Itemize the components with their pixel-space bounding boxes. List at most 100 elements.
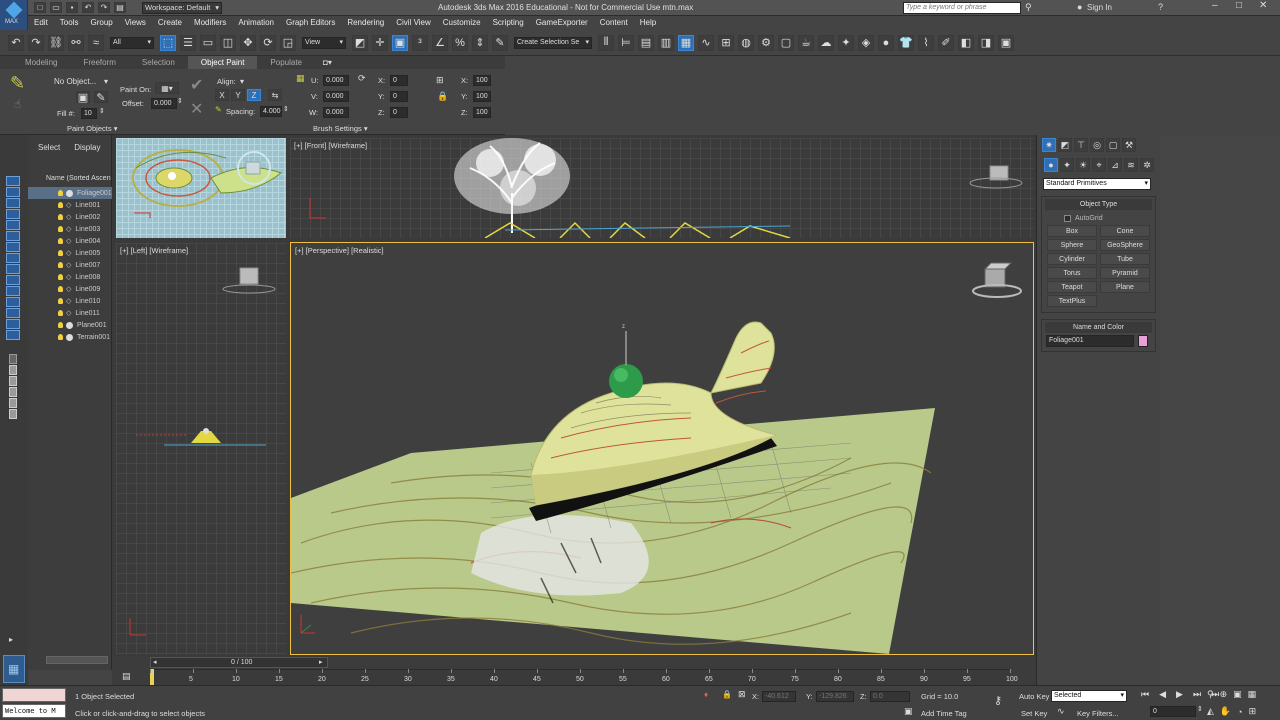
brush-settings-group-label[interactable]: Brush Settings ▾ xyxy=(313,124,368,133)
toggle-ribbon-icon[interactable]: ▦ xyxy=(678,34,694,51)
select-object-icon[interactable]: ⬚ xyxy=(160,34,176,51)
key-filters-button[interactable]: Key Filters... xyxy=(1077,709,1119,718)
maximize-viewport-icon[interactable]: ⊞ xyxy=(1249,706,1257,717)
menu-edit[interactable]: Edit xyxy=(28,16,54,30)
zoom-icon[interactable]: ⚲ xyxy=(1207,689,1214,700)
name-and-color-header[interactable]: Name and Color xyxy=(1045,322,1152,333)
previous-frame-icon[interactable]: ◀ xyxy=(1159,689,1166,700)
list-item[interactable]: ◇ Line005 xyxy=(28,247,112,259)
time-slider[interactable]: ◂ 0 / 100 ▸ xyxy=(150,657,328,668)
pyramid-button[interactable]: Pyramid xyxy=(1100,267,1150,279)
visibility-icon[interactable] xyxy=(66,321,73,329)
filter-spacewarps-icon[interactable] xyxy=(6,231,20,241)
set-key-button[interactable]: Set Key xyxy=(1021,709,1047,718)
menu-content[interactable]: Content xyxy=(594,16,634,30)
tube-button[interactable]: Tube xyxy=(1100,253,1150,265)
light-bulb-icon[interactable] xyxy=(58,310,63,316)
explorer-collapse-icon[interactable]: ▸ xyxy=(9,635,13,644)
mirror-icon[interactable]: ⫴ xyxy=(598,34,614,51)
filter-invert-icon[interactable] xyxy=(6,330,20,340)
list-item[interactable]: ◇ Line011 xyxy=(28,307,112,319)
link-icon[interactable]: ⛓ xyxy=(48,34,64,51)
maximize-button[interactable]: □ xyxy=(1236,0,1242,11)
list-item[interactable]: ◇ Line008 xyxy=(28,271,112,283)
select-by-name-icon[interactable]: ☰ xyxy=(180,34,196,51)
zoom-extents-icon[interactable]: ▣ xyxy=(1233,689,1242,700)
filter-geometry-icon[interactable] xyxy=(6,176,20,186)
rectangular-selection-icon[interactable]: ▭ xyxy=(200,34,216,51)
select-move-icon[interactable]: ✥ xyxy=(240,34,256,51)
viewport-left[interactable]: [+] [Left] [Wireframe] xyxy=(116,243,286,655)
render-production-icon[interactable]: ☕ xyxy=(798,34,814,51)
list-item[interactable]: ◇ Line007 xyxy=(28,259,112,271)
spinner-icon[interactable]: ⇕ xyxy=(283,105,289,113)
render-preview-icon[interactable]: ▣ xyxy=(998,34,1014,51)
menu-customize[interactable]: Customize xyxy=(437,16,487,30)
viewport-front-label[interactable]: [+] [Front] [Wireframe] xyxy=(294,141,367,150)
angle-snap-icon[interactable]: ∠ xyxy=(432,34,448,51)
cone-button[interactable]: Cone xyxy=(1100,225,1150,237)
align-icon[interactable]: ⊨ xyxy=(618,34,634,51)
edit-list-icon[interactable]: ▣ xyxy=(76,91,90,104)
play-icon[interactable]: ▶ xyxy=(1176,689,1183,700)
paint-brush-icon[interactable]: ✎ xyxy=(10,73,25,94)
filter-shapes-icon[interactable] xyxy=(6,187,20,197)
current-frame-field[interactable]: 0 xyxy=(1150,706,1196,717)
selection-lock-icon[interactable]: 🔒 xyxy=(722,690,732,699)
torus-button[interactable]: Torus xyxy=(1047,267,1097,279)
manipulate-icon[interactable]: ✛ xyxy=(372,34,388,51)
light-bulb-icon[interactable] xyxy=(58,250,63,256)
motion-tab-icon[interactable]: ◎ xyxy=(1090,138,1104,152)
save-file-icon[interactable]: ▪ xyxy=(66,2,78,13)
rotate-x-field[interactable]: 0 xyxy=(390,75,408,86)
settings-icon[interactable] xyxy=(9,376,17,386)
new-file-icon[interactable]: □ xyxy=(34,2,46,13)
project-folder-icon[interactable]: ▤ xyxy=(114,2,126,13)
light-bulb-icon[interactable] xyxy=(58,214,63,220)
visibility-icon[interactable] xyxy=(66,189,73,197)
spinner-icon[interactable]: ⇕ xyxy=(99,107,105,115)
close-button[interactable]: ✕ xyxy=(1259,0,1267,11)
pan-icon[interactable]: ✋ xyxy=(1220,706,1231,717)
undo-icon[interactable]: ↶ xyxy=(82,2,94,13)
align-z-button[interactable]: Z xyxy=(247,89,261,101)
menu-gameexporter[interactable]: GameExporter xyxy=(530,16,594,30)
pivot-center-icon[interactable]: ◩ xyxy=(352,34,368,51)
scale-icon[interactable]: ⊞ xyxy=(436,75,444,86)
sort-icon[interactable] xyxy=(9,365,17,375)
v-field[interactable]: 0.000 xyxy=(323,91,349,102)
rotate-y-field[interactable]: 0 xyxy=(390,91,408,102)
tab-object-paint[interactable]: Object Paint xyxy=(187,56,258,69)
key-mode-dropdown[interactable]: Selected ▾ xyxy=(1051,690,1127,702)
percent-snap-icon[interactable]: % xyxy=(452,34,468,51)
light-bulb-icon[interactable] xyxy=(58,238,63,244)
list-item[interactable]: Terrain001 xyxy=(28,331,112,343)
add-time-tag-icon[interactable]: ▣ xyxy=(904,706,913,717)
search-icon[interactable]: ⚲ xyxy=(1025,2,1032,13)
user-icon[interactable]: ● xyxy=(1077,2,1082,12)
field-of-view-icon[interactable]: ◭ xyxy=(1207,706,1214,717)
selection-filter-dropdown[interactable]: All ▾ xyxy=(110,36,154,49)
light-bulb-icon[interactable] xyxy=(58,262,63,268)
list-item[interactable]: ◇ Line001 xyxy=(28,199,112,211)
maxscript-mini-output[interactable]: Welcome to M xyxy=(2,704,66,718)
redo-icon[interactable]: ↷ xyxy=(98,2,110,13)
mini-curve-editor-icon[interactable]: ▤ xyxy=(122,671,131,682)
autogrid-checkbox[interactable] xyxy=(1064,214,1071,222)
reference-coordinate-dropdown[interactable]: View ▾ xyxy=(302,36,346,49)
cameras-icon[interactable]: ⌖ xyxy=(1092,158,1106,172)
paint-on-dropdown[interactable]: ▦▾ xyxy=(155,82,179,94)
select-scale-icon[interactable]: ◲ xyxy=(280,34,296,51)
tab-freeform[interactable]: Freeform xyxy=(70,56,128,69)
z-coord-field[interactable]: 0.0 xyxy=(870,691,910,702)
time-slider-back-icon[interactable]: ◂ xyxy=(153,658,157,666)
plane-button[interactable]: Plane xyxy=(1100,281,1150,293)
select-rotate-icon[interactable]: ⟳ xyxy=(260,34,276,51)
search-input[interactable]: Type a keyword or phrase xyxy=(903,2,1021,14)
viewport-top[interactable] xyxy=(116,138,286,238)
menu-scripting[interactable]: Scripting xyxy=(487,16,530,30)
list-item[interactable]: ◇ Line004 xyxy=(28,235,112,247)
maxscript-listener[interactable] xyxy=(2,688,66,702)
tab-modeling[interactable]: Modeling xyxy=(12,56,70,69)
lock-icon[interactable]: 🔒 xyxy=(437,91,448,102)
